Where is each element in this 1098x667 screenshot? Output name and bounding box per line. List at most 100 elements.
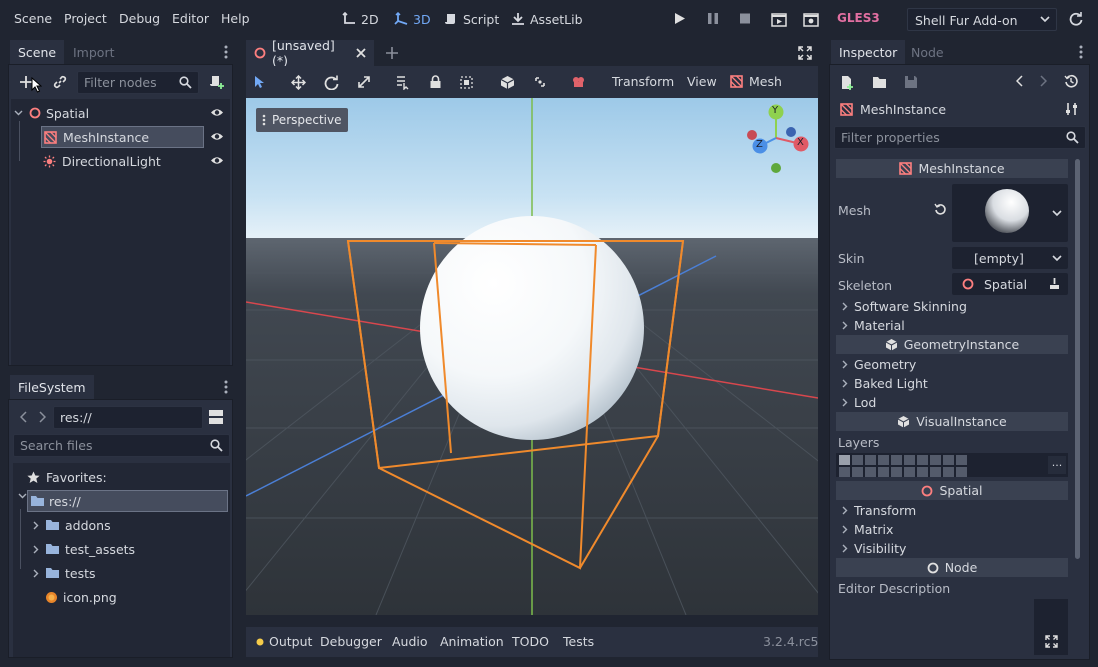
group-icon[interactable] xyxy=(459,72,474,92)
tab-debugger[interactable]: Debugger xyxy=(320,634,382,649)
dock-menu-icon[interactable] xyxy=(224,45,228,59)
mode-3d-button[interactable]: 3D xyxy=(394,8,431,30)
stop-icon[interactable] xyxy=(739,12,751,25)
inspector-scrollbar[interactable] xyxy=(1075,159,1080,559)
tree-item-directionallight[interactable]: DirectionalLight xyxy=(41,150,230,172)
file-item-icon-png[interactable]: icon.png xyxy=(45,586,117,608)
menu-debug[interactable]: Debug xyxy=(119,11,160,26)
tab-animation[interactable]: Animation xyxy=(440,634,504,649)
split-mode-icon[interactable] xyxy=(208,409,224,425)
mesh-resource-picker[interactable] xyxy=(952,184,1068,242)
mode-assetlib-button[interactable]: AssetLib xyxy=(511,8,583,30)
layers-grid[interactable]: ... xyxy=(836,453,1068,477)
group-lod[interactable]: Lod xyxy=(836,393,1068,412)
tree-item-meshinstance[interactable]: MeshInstance xyxy=(41,126,204,148)
tab-tests[interactable]: Tests xyxy=(563,634,594,649)
group-matrix[interactable]: Matrix xyxy=(836,520,1068,539)
tab-todo[interactable]: TODO xyxy=(512,634,549,649)
history-icon[interactable] xyxy=(1064,74,1078,88)
distraction-free-icon[interactable] xyxy=(798,46,812,60)
dock-menu-icon[interactable] xyxy=(1079,45,1083,59)
menu-scene[interactable]: Scene xyxy=(14,11,52,26)
expand-icon[interactable] xyxy=(1045,635,1058,648)
chevron-down-icon[interactable] xyxy=(11,110,25,116)
3d-viewport[interactable]: Y X Z Perspective xyxy=(246,98,818,615)
tab-inspector[interactable]: Inspector xyxy=(831,40,906,64)
filter-properties-input[interactable]: Filter properties xyxy=(834,126,1086,149)
editor-description-field[interactable] xyxy=(1034,599,1068,655)
menu-help[interactable]: Help xyxy=(221,11,250,26)
lock-icon[interactable] xyxy=(429,72,442,92)
list-select-icon[interactable] xyxy=(396,72,410,92)
search-files-input[interactable]: Search files xyxy=(13,434,230,457)
perspective-menu-button[interactable]: Perspective xyxy=(256,108,348,132)
rotate-tool-icon[interactable] xyxy=(324,72,339,92)
chevron-right-icon[interactable] xyxy=(27,545,45,554)
favorites-row[interactable]: Favorites: xyxy=(27,466,107,488)
file-item-tests[interactable]: tests xyxy=(27,562,96,584)
visibility-eye-icon[interactable] xyxy=(210,155,224,166)
group-visibility[interactable]: Visibility xyxy=(836,539,1068,558)
group-material[interactable]: Material xyxy=(836,316,1068,335)
tab-filesystem[interactable]: FileSystem xyxy=(10,375,94,399)
camera-icon[interactable] xyxy=(571,72,587,92)
instance-scene-link-icon[interactable] xyxy=(53,75,67,89)
view-menu[interactable]: View xyxy=(687,74,717,89)
tab-output[interactable]: Output xyxy=(256,634,312,649)
file-item-test-assets[interactable]: test_assets xyxy=(27,538,135,560)
revert-icon[interactable] xyxy=(934,203,947,216)
renderer-label[interactable]: GLES3 xyxy=(837,11,880,25)
tab-import[interactable]: Import xyxy=(65,40,123,64)
history-forward-icon[interactable] xyxy=(1040,75,1047,87)
snap-icon[interactable] xyxy=(533,72,547,92)
tab-unsaved-scene[interactable]: [unsaved](*) xyxy=(246,38,374,68)
filter-nodes-input[interactable]: Filter nodes xyxy=(77,71,199,94)
clear-brush-icon[interactable] xyxy=(1049,277,1060,290)
dock-menu-icon[interactable] xyxy=(224,380,228,394)
path-field[interactable]: res:// xyxy=(53,406,203,429)
tab-audio[interactable]: Audio xyxy=(392,634,428,649)
visibility-eye-icon[interactable] xyxy=(210,131,224,142)
tab-node[interactable]: Node xyxy=(903,40,952,64)
group-software-skinning[interactable]: Software Skinning xyxy=(836,297,1068,316)
open-folder-icon[interactable] xyxy=(872,76,887,89)
move-tool-icon[interactable] xyxy=(291,72,306,92)
inspected-object[interactable]: MeshInstance xyxy=(840,102,946,117)
skin-resource-picker[interactable]: [empty] xyxy=(952,247,1068,269)
attach-script-icon[interactable] xyxy=(209,74,225,90)
group-geometry[interactable]: Geometry xyxy=(836,355,1068,374)
update-spinner-icon[interactable] xyxy=(1069,12,1083,26)
chevron-right-icon[interactable] xyxy=(27,521,45,530)
visibility-eye-icon[interactable] xyxy=(210,107,224,118)
play-icon[interactable] xyxy=(674,12,686,25)
group-baked-light[interactable]: Baked Light xyxy=(836,374,1068,393)
menu-project[interactable]: Project xyxy=(64,11,107,26)
save-icon[interactable] xyxy=(904,75,918,89)
tree-item-spatial[interactable]: Spatial xyxy=(11,102,230,124)
mesh-menu[interactable]: Mesh xyxy=(730,74,782,89)
close-icon[interactable] xyxy=(356,48,366,58)
layers-more-button[interactable]: ... xyxy=(1048,456,1066,474)
menu-editor[interactable]: Editor xyxy=(172,11,209,26)
forward-arrow-icon[interactable] xyxy=(39,411,46,423)
select-tool-icon[interactable] xyxy=(253,72,267,92)
chevron-down-icon[interactable] xyxy=(1052,210,1062,217)
local-space-cube-icon[interactable] xyxy=(500,72,515,92)
pause-icon[interactable] xyxy=(707,12,719,25)
mode-2d-button[interactable]: 2D xyxy=(342,8,379,30)
history-back-icon[interactable] xyxy=(1016,75,1023,87)
new-resource-icon[interactable] xyxy=(840,75,854,90)
file-item-addons[interactable]: addons xyxy=(27,514,111,536)
add-tab-icon[interactable] xyxy=(385,46,399,60)
skeleton-nodepath-field[interactable]: Spatial xyxy=(952,273,1068,295)
tab-scene[interactable]: Scene xyxy=(10,40,65,64)
mode-script-button[interactable]: Script xyxy=(444,8,499,30)
back-arrow-icon[interactable] xyxy=(20,411,27,423)
layer-bits[interactable] xyxy=(839,455,969,477)
group-transform[interactable]: Transform xyxy=(836,501,1068,520)
plugin-select[interactable]: Shell Fur Add-on xyxy=(907,8,1057,31)
chevron-down-icon[interactable] xyxy=(13,493,31,499)
scale-tool-icon[interactable] xyxy=(357,72,371,92)
play-scene-icon[interactable] xyxy=(771,11,787,27)
file-item-res-root[interactable]: res:// xyxy=(27,490,228,512)
